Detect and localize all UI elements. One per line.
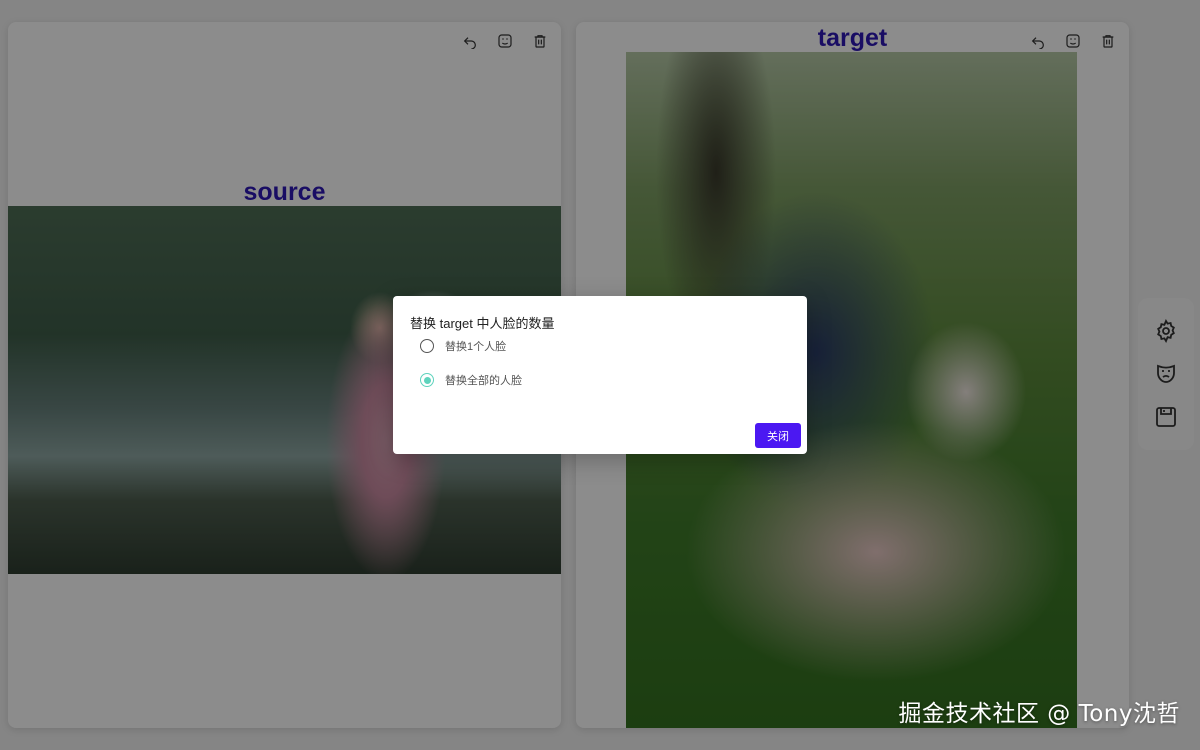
radio-circle[interactable]: [420, 339, 434, 353]
face-count-dialog: 替换 target 中人脸的数量 替换1个人脸 替换全部的人脸 关闭: [393, 296, 807, 454]
radio-replace-all[interactable]: 替换全部的人脸: [420, 372, 522, 388]
radio-replace-one[interactable]: 替换1个人脸: [420, 338, 506, 354]
dialog-title: 替换 target 中人脸的数量: [410, 316, 555, 331]
radio-label: 替换1个人脸: [445, 341, 507, 353]
watermark: 掘金技术社区 @ Tony沈哲: [898, 701, 1180, 727]
close-button[interactable]: 关闭: [755, 423, 801, 448]
radio-circle-checked[interactable]: [420, 373, 434, 387]
radio-label: 替换全部的人脸: [445, 375, 522, 387]
